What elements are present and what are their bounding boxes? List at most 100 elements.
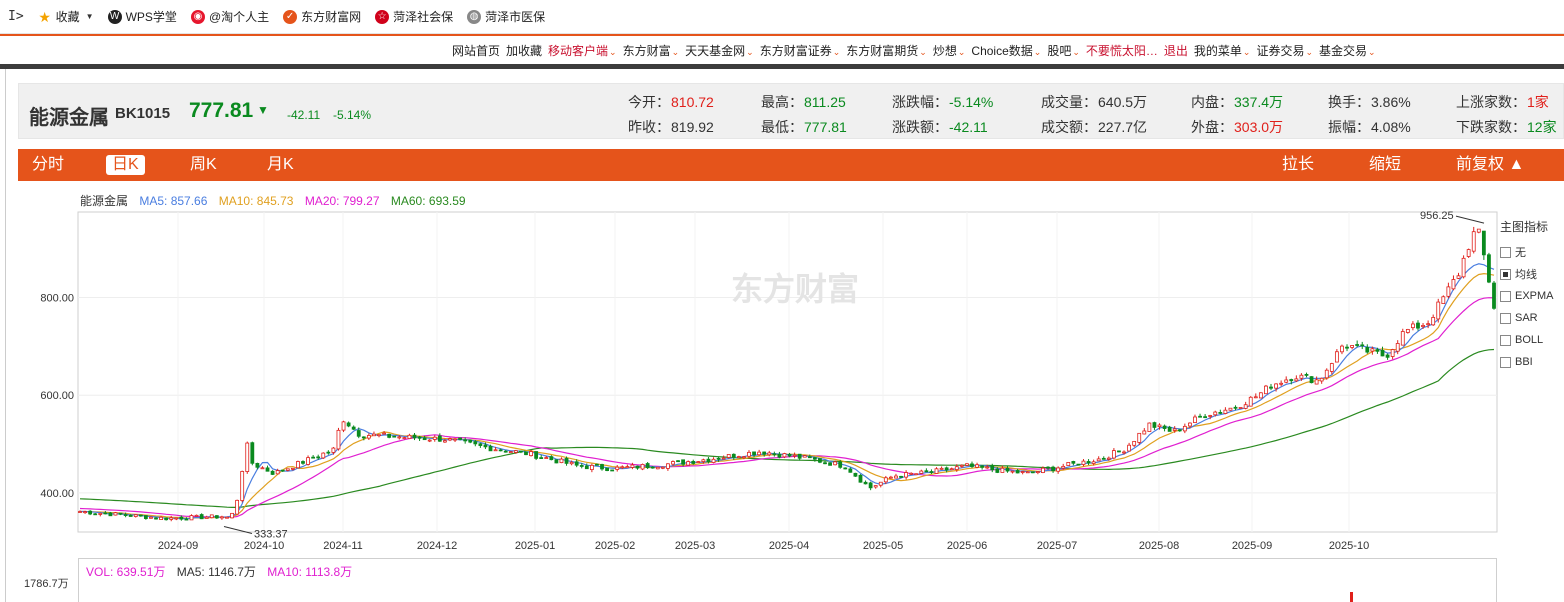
- bookmark-heze-medical[interactable]: ◍ 菏泽市医保: [467, 8, 545, 25]
- candle-body: [280, 469, 285, 472]
- candle-body: [630, 464, 635, 468]
- indicator-option[interactable]: 无: [1500, 241, 1564, 263]
- site-nav-item[interactable]: 基金交易⌄: [1319, 42, 1376, 59]
- quote-stat-value: 811.25: [804, 94, 846, 110]
- chevron-down-icon: ⌄: [671, 47, 680, 57]
- bookmark-heze-social[interactable]: ☆ 菏泽社会保: [375, 8, 453, 25]
- site-nav-item[interactable]: 加收藏: [506, 42, 542, 59]
- candle-body: [250, 442, 255, 464]
- candle-body: [422, 437, 427, 441]
- candle-body: [721, 457, 726, 460]
- indicator-checkbox[interactable]: [1500, 268, 1511, 280]
- x-tick-label: 2025-01: [515, 540, 555, 552]
- indicator-option[interactable]: 均线: [1500, 263, 1564, 285]
- vol-ma5: MA5: 1146.7万: [176, 565, 256, 579]
- sidebar-toggle-icon[interactable]: I>: [8, 9, 24, 24]
- candle-body: [1041, 467, 1045, 473]
- candle-body: [245, 442, 250, 472]
- kline-chart[interactable]: 东方财富 400.00600.00800.00 2024-09 2024-10 20…: [0, 206, 1564, 560]
- site-nav-item[interactable]: 网站首页: [452, 42, 500, 59]
- candle-body: [985, 466, 990, 469]
- site-nav-item[interactable]: 移动客户端⌄: [548, 42, 617, 59]
- candle-body: [103, 512, 108, 515]
- candle-body: [1481, 230, 1486, 256]
- x-tick-label: 2025-05: [863, 540, 903, 552]
- candle-body: [1066, 462, 1071, 466]
- candle-body: [412, 434, 417, 439]
- stretch-button[interactable]: 拉长: [1282, 155, 1314, 175]
- site-nav-item[interactable]: 炒想⌄: [933, 42, 966, 59]
- site-nav-item[interactable]: Choice数据⌄: [971, 42, 1041, 59]
- candle-body: [392, 435, 397, 438]
- candle-body: [331, 447, 336, 453]
- candle-body: [1360, 344, 1365, 347]
- candle-body: [615, 466, 620, 470]
- chevron-down-icon: ⌄: [1305, 47, 1314, 57]
- candle-body: [498, 449, 503, 452]
- candle-body: [1269, 386, 1273, 389]
- x-tick-label: 2025-04: [769, 540, 809, 552]
- chevron-down-icon: ⌄: [1033, 47, 1042, 57]
- candle-body: [270, 470, 275, 475]
- candle-body: [1314, 379, 1319, 385]
- candle-body: [706, 458, 711, 463]
- candle-body: [1340, 345, 1344, 353]
- candle-body: [1091, 461, 1096, 464]
- site-nav-item[interactable]: 东方财富期货⌄: [846, 42, 927, 59]
- indicator-option[interactable]: EXPMA: [1500, 285, 1564, 307]
- chevron-down-icon[interactable]: ▼: [86, 12, 94, 21]
- candle-body: [549, 456, 554, 461]
- indicator-panel: 主图指标 无均线 EXPMA SAR BOLL BBI: [1500, 218, 1564, 373]
- candle-body: [83, 511, 87, 514]
- x-tick-label: 2024-09: [158, 540, 198, 552]
- candle-body: [220, 516, 224, 519]
- site-nav-item[interactable]: 东方财富证券⌄: [760, 42, 841, 59]
- bookmark-weibo[interactable]: ◉ @淘个人主: [190, 8, 269, 25]
- site-nav-item[interactable]: 证券交易⌄: [1256, 42, 1313, 59]
- indicator-checkbox[interactable]: [1500, 312, 1511, 324]
- site-nav-item[interactable]: 天天基金网⌄: [685, 42, 754, 59]
- candle-body: [716, 457, 721, 460]
- site-nav-item[interactable]: 东方财富⌄: [623, 42, 680, 59]
- candle-body: [98, 512, 103, 515]
- wps-logo-icon: W: [107, 9, 122, 24]
- bookmark-favorites[interactable]: ★ 收藏 ▼: [38, 8, 94, 25]
- indicator-option[interactable]: BBI: [1500, 351, 1564, 373]
- shrink-button[interactable]: 缩短: [1369, 155, 1401, 175]
- candle-body: [944, 467, 949, 471]
- indicator-option[interactable]: BOLL: [1500, 329, 1564, 351]
- bookmark-wps[interactable]: W WPS学堂: [107, 8, 177, 25]
- candle-body: [164, 517, 169, 521]
- y-tick-label: 600.00: [40, 390, 74, 402]
- candle-body: [848, 468, 853, 473]
- candle-body: [595, 463, 599, 466]
- site-nav-label: 股吧: [1047, 44, 1072, 58]
- indicator-panel-title: 主图指标: [1500, 220, 1549, 234]
- candle-body: [240, 471, 245, 501]
- tab-timeshare[interactable]: 分时: [26, 155, 70, 175]
- candle-body: [970, 463, 974, 467]
- tab-monthly-k[interactable]: 月K: [261, 155, 300, 175]
- adjust-dropdown[interactable]: 前复权 ▲: [1456, 155, 1524, 175]
- site-nav-item[interactable]: 不要慌太阳…: [1086, 42, 1158, 59]
- candle-body: [1319, 377, 1324, 382]
- candle-body: [726, 454, 731, 458]
- indicator-checkbox[interactable]: [1500, 356, 1511, 368]
- candle-body: [559, 458, 564, 464]
- candle-body: [407, 434, 412, 439]
- indicator-checkbox[interactable]: [1500, 246, 1511, 258]
- indicator-option[interactable]: SAR: [1500, 307, 1564, 329]
- bookmark-eastmoney[interactable]: ✓ 东方财富网: [283, 8, 361, 25]
- indicator-checkbox[interactable]: [1500, 290, 1511, 302]
- site-nav-item[interactable]: 股吧⌄: [1047, 42, 1080, 59]
- candle-body: [1111, 450, 1116, 459]
- indicator-checkbox[interactable]: [1500, 334, 1511, 346]
- candle-body: [1167, 426, 1172, 432]
- tab-weekly-k[interactable]: 周K: [184, 155, 223, 175]
- candle-body: [883, 477, 888, 483]
- site-nav-item[interactable]: 退出: [1164, 42, 1188, 59]
- tab-daily-k[interactable]: 日K: [106, 155, 145, 175]
- candle-body: [1461, 257, 1466, 278]
- candle-body: [356, 430, 361, 437]
- site-nav-item[interactable]: 我的菜单⌄: [1194, 42, 1251, 59]
